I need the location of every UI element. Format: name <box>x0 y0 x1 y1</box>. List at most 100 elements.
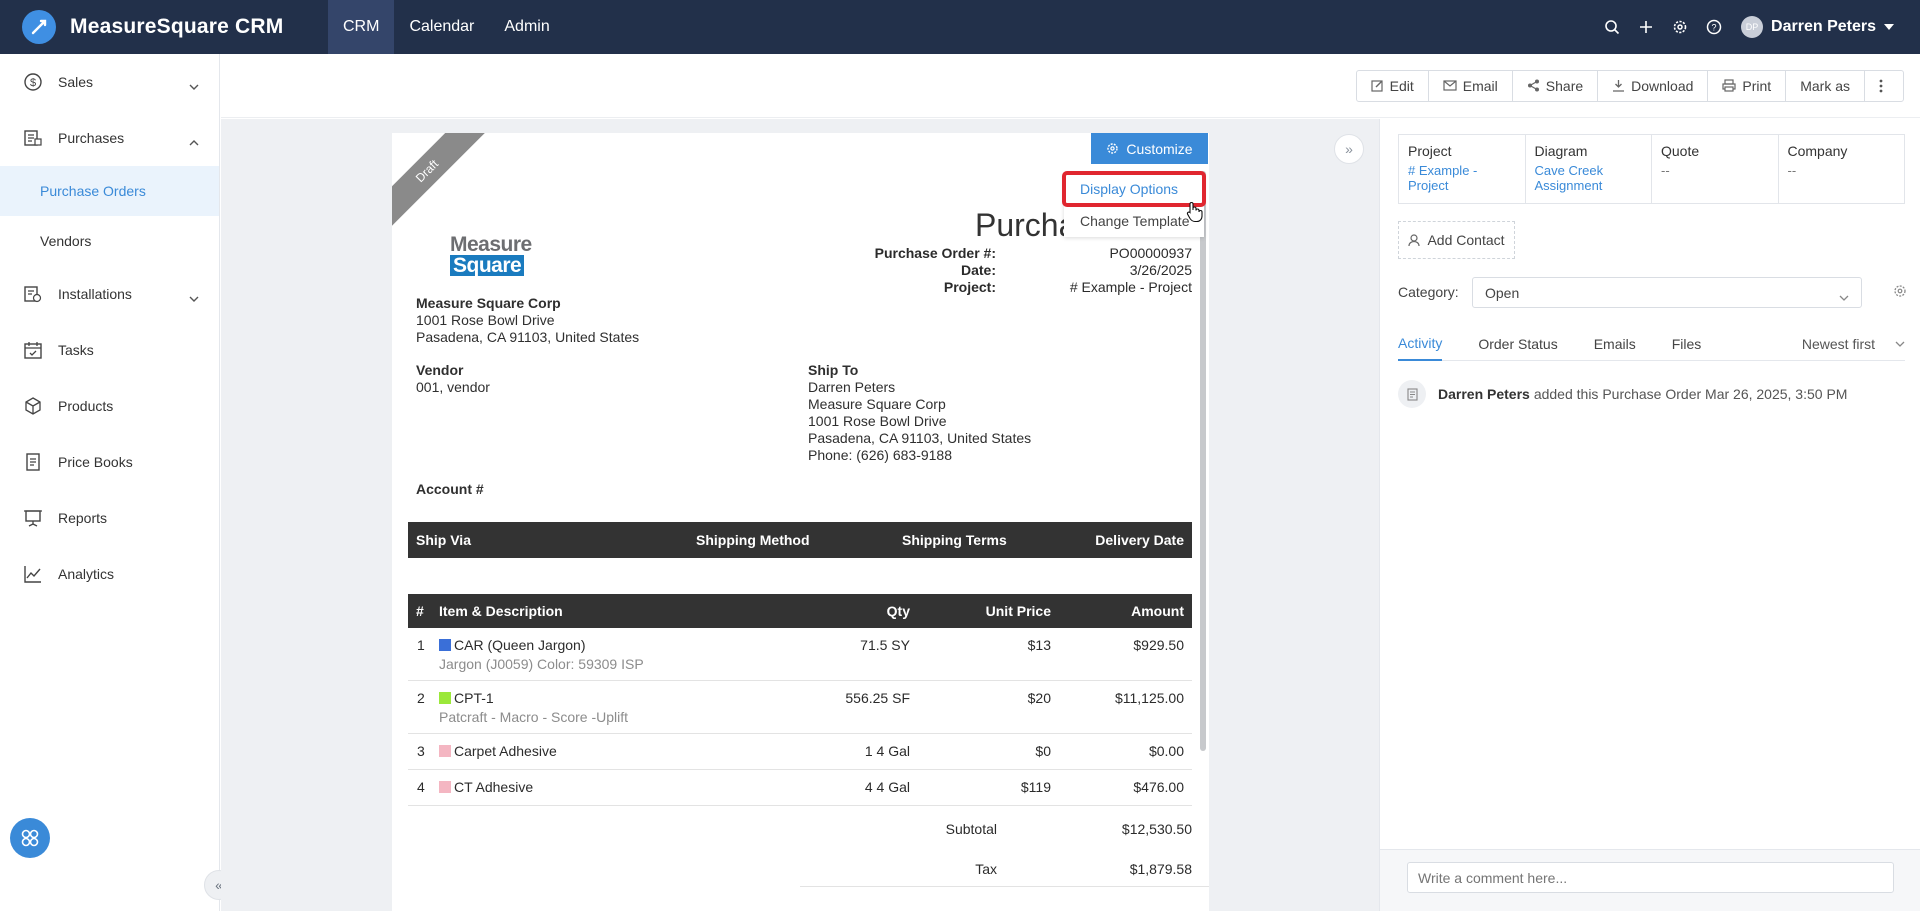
chevron-down-icon <box>189 78 199 94</box>
sidebar-item-sales[interactable]: $ Sales <box>0 54 219 110</box>
shipping-header-bar: Ship Via Shipping Method Shipping Terms … <box>408 522 1192 558</box>
diagram-cell: Diagram Cave Creek Assignment <box>1526 135 1652 203</box>
user-menu[interactable]: DP Darren Peters <box>1741 16 1894 38</box>
sidebar-item-label: Purchases <box>58 130 125 146</box>
item-unit: $0 <box>1035 743 1051 759</box>
ship-to-block: Ship To Darren Peters Measure Square Cor… <box>808 362 1031 464</box>
download-label: Download <box>1631 77 1694 94</box>
project-link[interactable]: # Example - Project <box>1408 163 1516 193</box>
sidebar-item-reports[interactable]: Reports <box>0 490 219 546</box>
activity-text: added this Purchase Order Mar 26, 2025, … <box>1533 386 1848 402</box>
dollar-icon: $ <box>22 71 44 93</box>
gear-icon[interactable] <box>1663 10 1697 44</box>
comment-input[interactable] <box>1407 862 1894 893</box>
display-options-item[interactable]: Display Options <box>1062 171 1206 207</box>
item-name-cell: Carpet Adhesive <box>439 743 557 759</box>
edit-button[interactable]: Edit <box>1357 70 1429 101</box>
document-icon <box>22 451 44 473</box>
company-line2: Pasadena, CA 91103, United States <box>416 329 640 345</box>
table-row[interactable]: 1 CAR (Queen Jargon) Jargon (J0059) Colo… <box>408 628 1192 681</box>
nav-tab-crm[interactable]: CRM <box>328 0 395 54</box>
po-meta-row: Purchase Order #: PO00000937 <box>862 245 1192 262</box>
nav-right: ? DP Darren Peters <box>1595 0 1920 54</box>
project-label: Project <box>1408 143 1452 159</box>
ship-to-line: Pasadena, CA 91103, United States <box>808 430 1032 446</box>
customize-label: Customize <box>1126 140 1193 157</box>
sidebar-item-purchase-orders[interactable]: Purchase Orders <box>0 166 219 216</box>
quote-value: -- <box>1661 163 1670 178</box>
color-swatch <box>439 781 451 793</box>
svg-text:?: ? <box>1712 23 1717 33</box>
more-options-button[interactable] <box>1865 71 1903 101</box>
hand-cursor-icon <box>1186 202 1203 223</box>
tax-value: $1,879.58 <box>1129 861 1192 877</box>
sidebar-item-installations[interactable]: Installations <box>0 266 219 322</box>
col-unit: Unit Price <box>985 603 1051 619</box>
top-nav: MeasureSquare CRM CRM Calendar Admin ? D… <box>0 0 1920 54</box>
gear-icon[interactable] <box>1893 284 1907 301</box>
item-amount: $11,125.00 <box>1114 690 1184 706</box>
gear-icon <box>1107 143 1119 154</box>
item-name: CT Adhesive <box>454 779 534 795</box>
sidebar-item-analytics[interactable]: Analytics <box>0 546 219 602</box>
tab-emails[interactable]: Emails <box>1594 327 1636 361</box>
shipping-terms-header: Shipping Terms <box>902 532 1007 548</box>
item-name: CAR (Queen Jargon) <box>454 637 586 653</box>
print-icon <box>1722 79 1737 92</box>
po-meta-key: Project: <box>943 279 996 295</box>
ship-to-line: 1001 Rose Bowl Drive <box>808 413 947 429</box>
nav-tab-calendar[interactable]: Calendar <box>394 0 489 54</box>
table-row[interactable]: 3 Carpet Adhesive 1 4 Gal $0 $0.00 <box>408 734 1192 770</box>
po-meta-value: # Example - Project <box>1069 279 1192 295</box>
change-template-item[interactable]: Change Template <box>1064 205 1204 237</box>
sidebar-item-label: Price Books <box>58 454 133 470</box>
customize-button[interactable]: Customize <box>1091 133 1208 164</box>
item-sub-desc: Patcraft - Macro - Score -Uplift <box>439 709 629 725</box>
installations-icon <box>22 283 44 305</box>
chat-support-icon[interactable] <box>10 818 50 858</box>
sidebar-item-tasks[interactable]: Tasks <box>0 322 219 378</box>
share-button[interactable]: Share <box>1513 70 1599 101</box>
sidebar-item-vendors[interactable]: Vendors <box>0 216 219 266</box>
tab-activity[interactable]: Activity <box>1398 327 1443 361</box>
po-meta-key: Purchase Order #: <box>874 245 996 261</box>
caret-down-icon <box>1884 24 1894 30</box>
plus-icon[interactable] <box>1629 10 1663 44</box>
print-button[interactable]: Print <box>1708 70 1787 101</box>
tax-label: Tax <box>975 861 997 877</box>
ship-via-header: Ship Via <box>416 532 471 548</box>
edit-icon <box>1371 80 1383 92</box>
sidebar-item-price-books[interactable]: Price Books <box>0 434 219 490</box>
expand-panel-icon[interactable]: » <box>1334 134 1364 164</box>
search-icon[interactable] <box>1595 10 1629 44</box>
table-row[interactable]: 4 CT Adhesive 4 4 Gal $119 $476.00 <box>408 770 1192 806</box>
sidebar-item-purchases[interactable]: Purchases <box>0 110 219 166</box>
document-scrollbar[interactable] <box>1200 171 1206 751</box>
table-row[interactable]: 2 CPT-1 Patcraft - Macro - Score -Uplift… <box>408 681 1192 734</box>
diagram-link[interactable]: Cave Creek Assignment <box>1535 163 1643 193</box>
sidebar-item-products[interactable]: Products <box>0 378 219 434</box>
activity-tabs: Activity Order Status Emails Files Newes… <box>1398 327 1905 361</box>
col-desc: Item & Description <box>439 603 563 619</box>
customize-menu: Display Options Change Template <box>1062 171 1206 237</box>
print-label: Print <box>1742 77 1772 94</box>
company-address: Measure Square Corp 1001 Rose Bowl Drive… <box>416 295 639 346</box>
po-meta-value: 3/26/2025 <box>1129 262 1192 278</box>
help-icon[interactable]: ? <box>1697 10 1731 44</box>
chevron-down-icon <box>1839 289 1849 305</box>
toolbar-button-group: Edit Email Share Download Print Mark as <box>1355 69 1904 102</box>
col-amount: Amount <box>1131 603 1184 619</box>
nav-tab-admin[interactable]: Admin <box>489 0 564 54</box>
add-contact-button[interactable]: Add Contact <box>1398 221 1515 259</box>
tab-order-status[interactable]: Order Status <box>1478 327 1557 361</box>
comment-area <box>1380 849 1920 911</box>
brand[interactable]: MeasureSquare CRM <box>0 10 328 44</box>
project-cell: Project # Example - Project <box>1399 135 1526 203</box>
sort-select[interactable]: Newest first <box>1802 327 1905 361</box>
email-button[interactable]: Email <box>1429 70 1513 101</box>
col-qty: Qty <box>886 603 910 619</box>
mark-as-button[interactable]: Mark as <box>1786 70 1865 101</box>
download-button[interactable]: Download <box>1598 70 1709 101</box>
tab-files[interactable]: Files <box>1672 327 1702 361</box>
category-select[interactable]: Open <box>1472 277 1862 308</box>
